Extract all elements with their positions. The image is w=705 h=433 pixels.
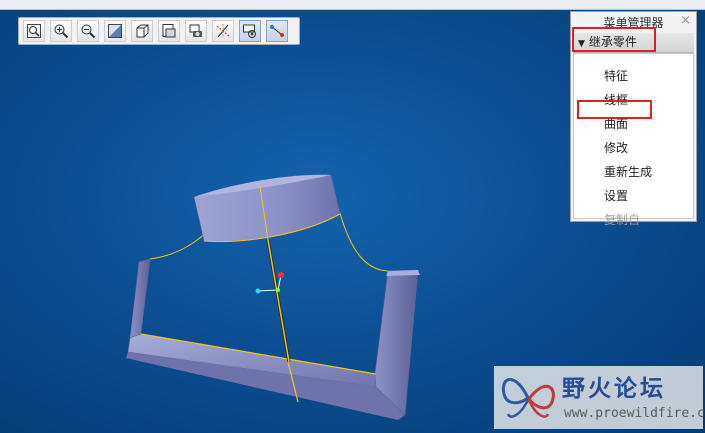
menu-item-setup[interactable]: 设置: [604, 187, 628, 204]
datum-display-icon: [216, 24, 230, 38]
view-manager-icon: [189, 24, 202, 37]
zoom-out-icon: [81, 24, 96, 39]
menu-item-list: 特征 线框 曲面 修改 重新生成 设置 复制自: [573, 53, 694, 227]
datum-marker-icon: [255, 272, 284, 294]
close-icon[interactable]: ×: [680, 13, 691, 28]
zoom-fit-icon: [27, 24, 41, 38]
menu-item-modify[interactable]: 修改: [604, 139, 628, 156]
menu-item-regenerate[interactable]: 重新生成: [604, 163, 652, 180]
annotation-display-button[interactable]: [266, 20, 288, 42]
saved-views-button[interactable]: [158, 20, 180, 42]
view-manager-button[interactable]: [185, 20, 207, 42]
spin-center-button[interactable]: [239, 20, 261, 42]
annotation-display-icon: [270, 25, 284, 37]
saved-views-icon: [162, 24, 176, 38]
spin-center-icon: [243, 24, 256, 38]
datum-display-button[interactable]: [212, 20, 234, 42]
u-frame-surface: [126, 258, 420, 420]
watermark-url: www.proewildfire.cn: [564, 406, 705, 421]
cylinder-cap-surface: [193, 174, 341, 243]
display-style-button[interactable]: [131, 20, 153, 42]
watermark-title: 野火论坛: [562, 376, 666, 402]
highlight-box-surface: [577, 100, 652, 119]
butterfly-logo-icon: [501, 378, 555, 418]
highlight-box-header: [572, 27, 656, 52]
view-toolbar: [18, 17, 300, 45]
menu-item-copy-from: 复制自: [604, 213, 641, 227]
display-style-icon: [136, 24, 149, 38]
refit-icon: [108, 24, 122, 38]
zoom-in-icon: [54, 24, 69, 39]
menu-item-feature[interactable]: 特征: [604, 67, 628, 84]
zoom-in-button[interactable]: [50, 20, 72, 42]
forum-watermark: 野火论坛 www.proewildfire.cn: [494, 366, 705, 429]
refit-button[interactable]: [104, 20, 126, 42]
zoom-fit-button[interactable]: [23, 20, 45, 42]
zoom-out-button[interactable]: [77, 20, 99, 42]
